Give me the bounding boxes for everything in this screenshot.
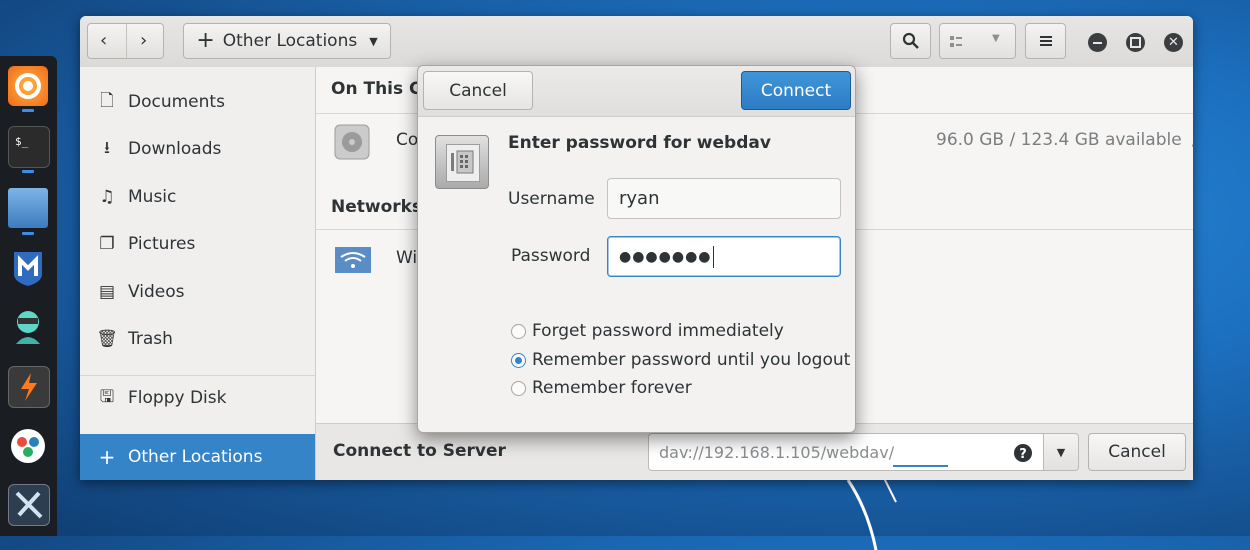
username-label: Username bbox=[508, 189, 595, 209]
sidebar-item-label: Downloads bbox=[128, 139, 222, 159]
floppy-icon: 🖫 bbox=[99, 386, 115, 407]
dock: $_ bbox=[0, 56, 57, 536]
hamburger-menu-icon bbox=[1039, 36, 1052, 46]
pictures-icon: ❐ bbox=[99, 234, 115, 254]
search-button[interactable] bbox=[890, 23, 931, 59]
section-title-networks: Networks bbox=[331, 197, 423, 217]
metasploit-icon[interactable] bbox=[8, 248, 48, 288]
svg-text:$_: $_ bbox=[15, 135, 29, 148]
mount-point-text: / bbox=[1192, 130, 1193, 150]
videos-icon: ▤ bbox=[98, 282, 116, 302]
radio-remember-until-logout[interactable]: Remember password until you logout bbox=[511, 350, 850, 370]
sidebar-item-downloads[interactable]: ⭳ Downloads bbox=[80, 126, 315, 172]
sidebar-item-floppy-disk[interactable]: 🖫 Floppy Disk bbox=[80, 375, 315, 421]
back-icon[interactable]: ‹ bbox=[100, 30, 107, 51]
chevron-down-icon: ▼ bbox=[992, 33, 1000, 44]
plus-icon: + bbox=[196, 27, 215, 53]
music-icon: ♫ bbox=[99, 187, 115, 207]
sidebar-item-trash[interactable]: 🗑 Trash bbox=[80, 316, 315, 362]
minimize-icon bbox=[1093, 41, 1102, 44]
help-icon[interactable]: ? bbox=[1013, 443, 1033, 463]
server-address-input[interactable]: dav://192.168.1.105/webdav/ ? bbox=[648, 433, 1044, 471]
connect-button[interactable]: Connect bbox=[741, 71, 851, 110]
document-icon: 🗋 bbox=[100, 90, 114, 111]
list-view-icon bbox=[950, 36, 962, 47]
trash-icon: 🗑 bbox=[96, 329, 118, 349]
password-label: Password bbox=[511, 246, 591, 266]
search-icon bbox=[902, 32, 919, 49]
forward-icon[interactable]: › bbox=[140, 30, 147, 51]
path-label: Other Locations bbox=[222, 31, 358, 51]
anime-app-icon[interactable] bbox=[8, 306, 48, 346]
sidebar-item-label: Documents bbox=[128, 92, 225, 112]
nav-buttons: ‹ › bbox=[87, 23, 164, 59]
files-icon[interactable] bbox=[8, 188, 48, 228]
sidebar-item-videos[interactable]: ▤ Videos bbox=[80, 269, 315, 315]
sidebar-item-label: Other Locations bbox=[128, 447, 263, 467]
sidebar-item-label: Videos bbox=[128, 282, 185, 302]
dialog-prompt: Enter password for webdav bbox=[508, 133, 771, 153]
sidebar-item-pictures[interactable]: ❐ Pictures bbox=[80, 221, 315, 267]
maximize-icon bbox=[1130, 37, 1141, 48]
disk-space-text: 96.0 GB / 123.4 GB available bbox=[936, 130, 1182, 150]
radio-label: Remember forever bbox=[532, 378, 692, 398]
network-wifi-icon bbox=[335, 247, 371, 273]
tool-icon[interactable] bbox=[8, 484, 50, 526]
radio-label: Remember password until you logout bbox=[532, 350, 851, 370]
dialog-cancel-button[interactable]: Cancel bbox=[423, 71, 533, 110]
radio-button[interactable] bbox=[511, 380, 526, 396]
view-options-button[interactable]: ▼ bbox=[939, 23, 1016, 59]
sidebar-item-documents[interactable]: 🗋 Documents bbox=[80, 79, 315, 125]
close-icon: ✕ bbox=[1168, 35, 1179, 50]
svg-text:?: ? bbox=[1019, 447, 1027, 462]
chevron-down-icon: ▼ bbox=[1056, 445, 1066, 459]
minimize-button[interactable] bbox=[1088, 33, 1107, 52]
sidebar-item-label: Trash bbox=[128, 329, 173, 349]
server-address-text: dav://192.168.1.105/webdav/ bbox=[659, 442, 895, 462]
sidebar-item-label: Pictures bbox=[128, 234, 196, 254]
radio-button[interactable] bbox=[511, 323, 526, 339]
hard-disk-icon bbox=[334, 124, 370, 160]
chevron-down-icon: ▼ bbox=[369, 34, 378, 48]
computer-label: Co bbox=[396, 130, 419, 150]
menu-button[interactable] bbox=[1025, 23, 1066, 59]
bottom-cancel-button[interactable]: Cancel bbox=[1088, 433, 1186, 471]
radio-remember-forever[interactable]: Remember forever bbox=[511, 378, 692, 398]
close-button[interactable]: ✕ bbox=[1164, 33, 1183, 52]
sidebar-item-label: Music bbox=[128, 187, 177, 207]
sidebar-item-music[interactable]: ♫ Music bbox=[80, 174, 315, 220]
network-label: Wi bbox=[396, 248, 418, 268]
sidebar-item-other-locations[interactable]: + Other Locations bbox=[80, 434, 315, 480]
radio-button[interactable] bbox=[511, 352, 526, 368]
burpsuite-icon[interactable] bbox=[8, 366, 50, 408]
firefox-icon[interactable] bbox=[8, 66, 48, 106]
sidebar-item-label: Floppy Disk bbox=[128, 388, 227, 408]
server-history-dropdown[interactable]: ▼ bbox=[1043, 433, 1079, 471]
sidebar: 🗋 Documents ⭳ Downloads ♫ Music ❐ Pictur… bbox=[80, 67, 316, 480]
header-bar: ‹ › + Other Locations ▼ ▼ ✕ bbox=[80, 16, 1193, 68]
password-lock-icon bbox=[435, 135, 489, 189]
password-input[interactable]: ●●●●●●● bbox=[607, 236, 841, 277]
download-icon: ⭳ bbox=[104, 137, 110, 158]
colors-app-icon[interactable] bbox=[8, 426, 48, 466]
maximize-button[interactable] bbox=[1126, 33, 1145, 52]
password-dialog: Cancel Connect Enter password for webdav… bbox=[417, 65, 856, 433]
path-bar-button[interactable]: + Other Locations ▼ bbox=[183, 23, 391, 59]
terminal-icon[interactable]: $_ bbox=[8, 126, 50, 168]
username-value: ryan bbox=[619, 188, 660, 209]
wallpaper-swoosh bbox=[846, 477, 897, 550]
radio-forget-immediately[interactable]: Forget password immediately bbox=[511, 321, 784, 341]
connect-to-server-label: Connect to Server bbox=[333, 441, 506, 461]
radio-label: Forget password immediately bbox=[532, 321, 784, 341]
dialog-header: Cancel Connect bbox=[418, 66, 855, 117]
plus-icon: + bbox=[98, 445, 116, 469]
username-input[interactable]: ryan bbox=[607, 178, 841, 219]
password-mask: ●●●●●●● bbox=[619, 248, 712, 265]
